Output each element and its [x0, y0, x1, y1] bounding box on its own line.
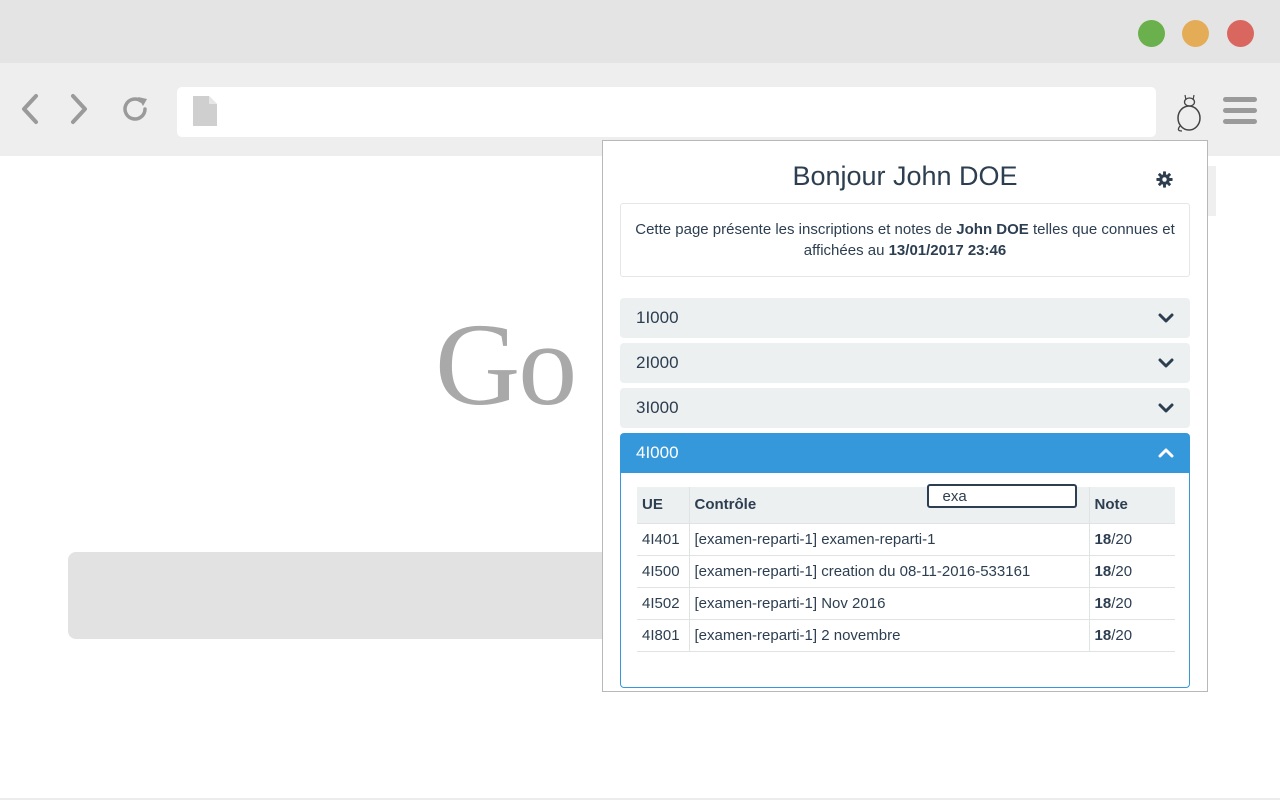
- chevron-down-icon: [1158, 358, 1174, 368]
- table-row: 4I401 [examen-reparti-1] examen-reparti-…: [637, 522, 1175, 555]
- chevron-right-icon: [71, 94, 87, 124]
- note-value: 18: [1094, 594, 1112, 612]
- note-value: 18: [1094, 562, 1112, 580]
- cell-note: 18/20: [1088, 522, 1175, 555]
- cell-controle: [examen-reparti-1] examen-reparti-1: [689, 522, 1089, 555]
- panel-header-4I000[interactable]: 4I000: [620, 433, 1190, 473]
- cell-controle: [examen-reparti-1] creation du 08-11-201…: [689, 554, 1089, 587]
- info-prefix: Cette page présente les inscriptions et …: [635, 221, 953, 238]
- chevron-down-icon: [1158, 313, 1174, 323]
- student-name: John DOE: [956, 221, 1029, 238]
- reload-button[interactable]: [119, 93, 151, 125]
- panel-label: 2I000: [636, 353, 679, 372]
- note-max: /20: [1111, 626, 1133, 644]
- note-value: 18: [1094, 530, 1112, 548]
- close-button[interactable]: [1227, 20, 1254, 47]
- column-header-controle: Contrôle: [689, 484, 1089, 523]
- cell-controle: [examen-reparti-1] 2 novembre: [689, 618, 1089, 652]
- cell-controle: [examen-reparti-1] Nov 2016: [689, 586, 1089, 619]
- file-icon: [193, 96, 217, 126]
- note-value: 18: [1094, 626, 1112, 644]
- search-logo: Go: [435, 299, 577, 430]
- column-header-note: Note: [1088, 487, 1175, 523]
- gear-icon[interactable]: [1156, 171, 1173, 188]
- cat-extension-icon[interactable]: [1172, 93, 1206, 133]
- popup-title: Bonjour John DOE: [792, 161, 1018, 191]
- panel-label: 4I000: [636, 443, 679, 462]
- cell-note: 18/20: [1088, 618, 1175, 652]
- cell-note: 18/20: [1088, 554, 1175, 587]
- info-box: Cette page présente les inscriptions et …: [620, 203, 1190, 277]
- panel-body-4I000: UE Contrôle Note 4I401 [examen-reparti-1…: [620, 472, 1190, 688]
- forward-button[interactable]: [63, 93, 95, 125]
- info-datetime: 13/01/2017 23:46: [888, 242, 1007, 259]
- window-titlebar: [0, 0, 1280, 63]
- cell-ue: 4I502: [637, 586, 690, 619]
- table-header-row: UE Contrôle Note: [637, 484, 1175, 523]
- note-max: /20: [1111, 530, 1133, 548]
- chevron-up-icon: [1158, 448, 1174, 458]
- maximize-button[interactable]: [1138, 20, 1165, 47]
- back-button[interactable]: [14, 93, 46, 125]
- chevron-left-icon: [22, 94, 38, 124]
- chevron-down-icon: [1158, 403, 1174, 413]
- table-row: 4I500 [examen-reparti-1] creation du 08-…: [637, 554, 1175, 587]
- column-header-controle-label: Contrôle: [694, 496, 757, 514]
- panel-header-2I000[interactable]: 2I000: [620, 343, 1190, 383]
- address-bar[interactable]: [177, 87, 1156, 137]
- cell-note: 18/20: [1088, 586, 1175, 619]
- grades-table: UE Contrôle Note 4I401 [examen-reparti-1…: [637, 484, 1175, 652]
- extension-popup: Bonjour John DOE Cette page présente les…: [602, 140, 1208, 692]
- note-max: /20: [1111, 594, 1133, 612]
- cell-ue: 4I801: [637, 618, 690, 652]
- note-max: /20: [1111, 562, 1133, 580]
- search-box[interactable]: [68, 552, 628, 639]
- panel-label: 1I000: [636, 308, 679, 327]
- cell-ue: 4I401: [637, 522, 690, 555]
- panel-header-1I000[interactable]: 1I000: [620, 298, 1190, 338]
- filter-input[interactable]: [926, 484, 1077, 509]
- cell-ue: 4I500: [637, 554, 690, 587]
- table-row: 4I502 [examen-reparti-1] Nov 2016 18/20: [637, 586, 1175, 619]
- column-header-ue: UE: [637, 487, 690, 523]
- minimize-button[interactable]: [1182, 20, 1209, 47]
- panel-header-3I000[interactable]: 3I000: [620, 388, 1190, 428]
- panel-label: 3I000: [636, 398, 679, 417]
- reload-icon: [123, 97, 147, 121]
- table-row: 4I801 [examen-reparti-1] 2 novembre 18/2…: [637, 618, 1175, 652]
- hamburger-menu-icon[interactable]: [1223, 97, 1257, 127]
